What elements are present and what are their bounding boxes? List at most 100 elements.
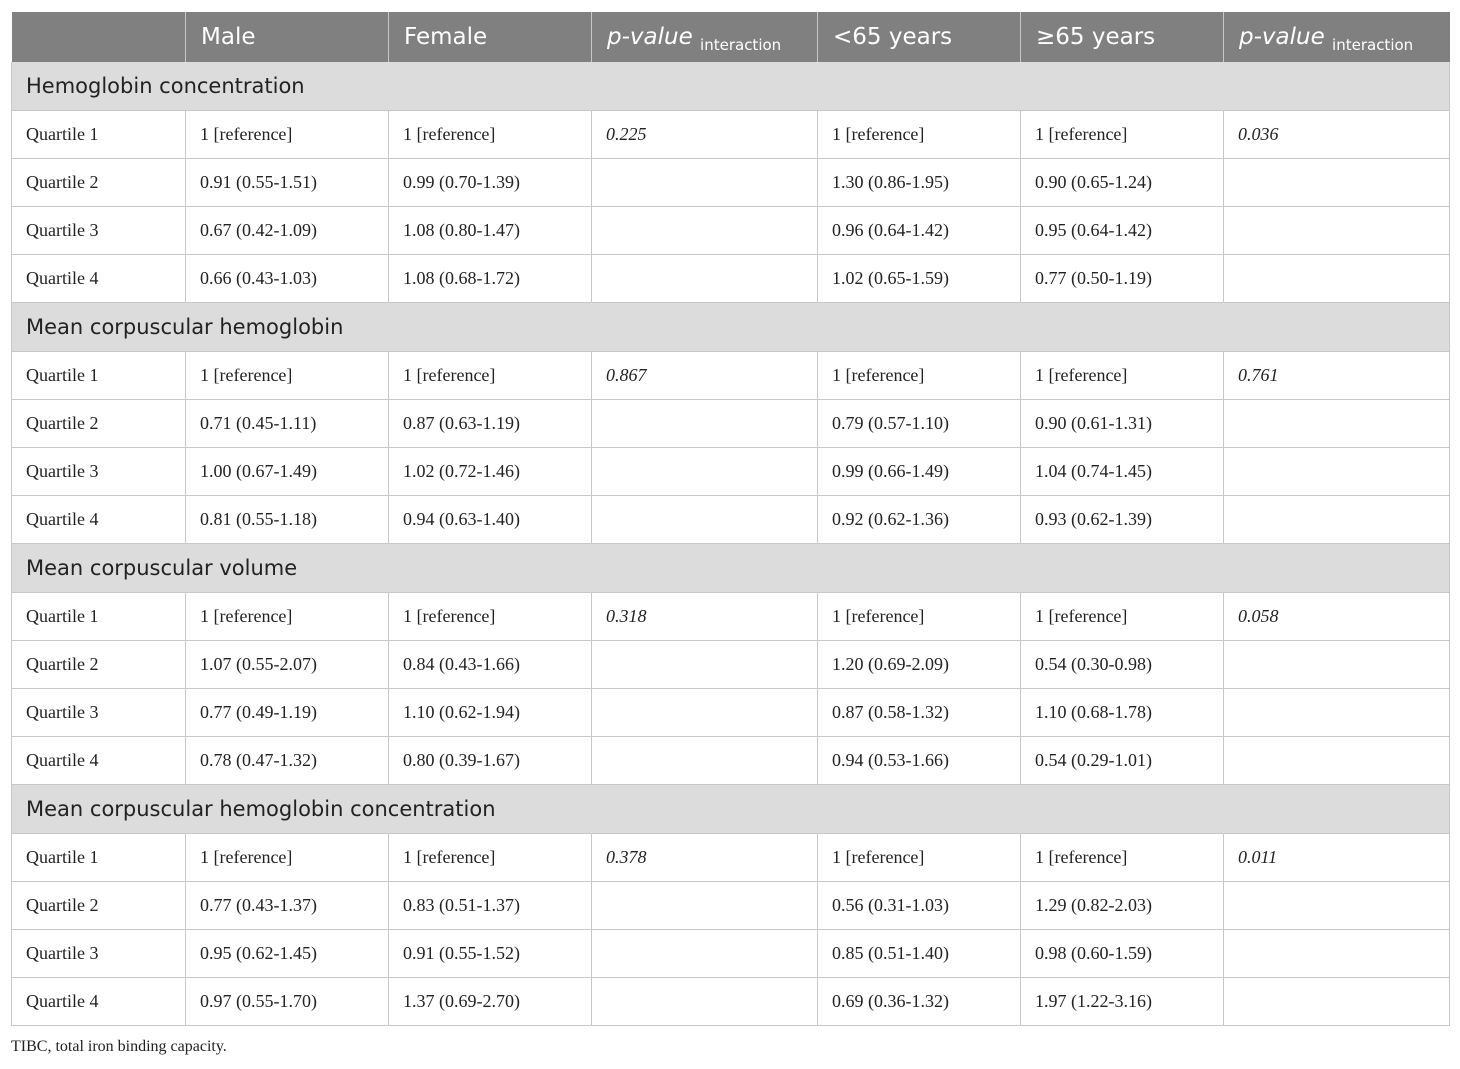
cell-pvalue-age: 0.058: [1223, 592, 1450, 641]
section-title: Hemoglobin concentration: [11, 62, 1450, 111]
cell-female-value: 0.80 (0.39-1.67): [388, 736, 592, 785]
results-table-container: Male Female p-value interaction <65 year…: [11, 12, 1450, 1026]
table-row: Quartile 11 [reference] 1 [reference] 0.37…: [11, 833, 1450, 882]
table-row: Quartile 11 [reference] 1 [reference] 0.86…: [11, 351, 1450, 400]
cell-over-65-value: 0.77 (0.50-1.19): [1020, 254, 1224, 303]
cell-under-65-value: 1.20 (0.69-2.09): [817, 640, 1021, 689]
cell-male-value: 0.77 (0.43-1.37): [185, 881, 389, 930]
table-row: Quartile 11 [reference] 1 [reference] 0.22…: [11, 110, 1450, 159]
cell-over-65-value: 1 [reference]: [1020, 833, 1224, 882]
cell-pvalue-age: [1223, 447, 1450, 496]
cell-pvalue-sex: [591, 736, 818, 785]
cell-pvalue-sex: [591, 688, 818, 737]
header-cell-female: Female: [388, 12, 592, 62]
cell-male-value: 0.81 (0.55-1.18): [185, 495, 389, 544]
table-row: Quartile 3 0.77 (0.49-1.19) 1.10 (0.62-1.9…: [11, 688, 1450, 737]
cell-male-value: 1.07 (0.55-2.07): [185, 640, 389, 689]
cell-quartile-label: Quartile 2: [11, 158, 186, 207]
section-header-row: Mean corpuscular hemoglobin concentratio…: [11, 784, 1450, 834]
header-cell-pvalue-age: p-value interaction: [1223, 12, 1450, 62]
cell-under-65-value: 0.85 (0.51-1.40): [817, 929, 1021, 978]
table-row: Quartile 4 0.81 (0.55-1.18) 0.94 (0.63-1.4…: [11, 495, 1450, 544]
cell-female-value: 1 [reference]: [388, 110, 592, 159]
cell-pvalue-age: [1223, 206, 1450, 255]
cell-quartile-label: Quartile 2: [11, 640, 186, 689]
cell-under-65-value: 0.56 (0.31-1.03): [817, 881, 1021, 930]
cell-male-value: 1 [reference]: [185, 110, 389, 159]
cell-quartile-label: Quartile 2: [11, 399, 186, 448]
cell-pvalue-sex: [591, 495, 818, 544]
cell-pvalue-age: 0.036: [1223, 110, 1450, 159]
cell-under-65-value: 1 [reference]: [817, 592, 1021, 641]
cell-pvalue-age: [1223, 736, 1450, 785]
cell-male-value: 1 [reference]: [185, 833, 389, 882]
cell-quartile-label: Quartile 3: [11, 206, 186, 255]
section-title: Mean corpuscular hemoglobin concentratio…: [11, 784, 1450, 834]
pvalue-label: p-value: [607, 24, 693, 50]
header-cell-65-and-over: ≥65 years: [1020, 12, 1224, 62]
table-row: Quartile 2 0.71 (0.45-1.11) 0.87 (0.63-1.1…: [11, 399, 1450, 448]
table-row: Quartile 3 0.95 (0.62-1.45) 0.91 (0.55-1.5…: [11, 929, 1450, 978]
section-title: Mean corpuscular volume: [11, 543, 1450, 593]
cell-male-value: 1 [reference]: [185, 592, 389, 641]
cell-under-65-value: 0.69 (0.36-1.32): [817, 977, 1021, 1026]
cell-pvalue-age: [1223, 399, 1450, 448]
cell-female-value: 0.83 (0.51-1.37): [388, 881, 592, 930]
cell-over-65-value: 0.90 (0.65-1.24): [1020, 158, 1224, 207]
table-footnote: TIBC, total iron binding capacity.: [11, 1038, 227, 1055]
table-row: Quartile 2 0.77 (0.43-1.37) 0.83 (0.51-1.3…: [11, 881, 1450, 930]
cell-over-65-value: 0.93 (0.62-1.39): [1020, 495, 1224, 544]
cell-pvalue-sex: [591, 929, 818, 978]
interaction-subscript: interaction: [1332, 36, 1414, 54]
section-title: Mean corpuscular hemoglobin: [11, 302, 1450, 352]
cell-quartile-label: Quartile 1: [11, 833, 186, 882]
cell-pvalue-age: 0.011: [1223, 833, 1450, 882]
cell-female-value: 1.08 (0.68-1.72): [388, 254, 592, 303]
cell-over-65-value: 1 [reference]: [1020, 351, 1224, 400]
cell-under-65-value: 1 [reference]: [817, 833, 1021, 882]
cell-female-value: 1.02 (0.72-1.46): [388, 447, 592, 496]
cell-pvalue-age: 0.761: [1223, 351, 1450, 400]
cell-over-65-value: 0.90 (0.61-1.31): [1020, 399, 1224, 448]
cell-pvalue-age: [1223, 495, 1450, 544]
table-row: Quartile 2 0.91 (0.55-1.51) 0.99 (0.70-1.3…: [11, 158, 1450, 207]
cell-under-65-value: 0.99 (0.66-1.49): [817, 447, 1021, 496]
cell-female-value: 1.37 (0.69-2.70): [388, 977, 592, 1026]
cell-over-65-value: 1.10 (0.68-1.78): [1020, 688, 1224, 737]
cell-male-value: 0.67 (0.42-1.09): [185, 206, 389, 255]
cell-male-value: 1 [reference]: [185, 351, 389, 400]
section-header-row: Mean corpuscular volume: [11, 543, 1450, 593]
cell-pvalue-sex: [591, 206, 818, 255]
pvalue-label: p-value: [1239, 24, 1325, 50]
cell-male-value: 0.77 (0.49-1.19): [185, 688, 389, 737]
table-header-row: Male Female p-value interaction <65 year…: [11, 12, 1450, 62]
cell-under-65-value: 0.92 (0.62-1.36): [817, 495, 1021, 544]
cell-pvalue-sex: 0.378: [591, 833, 818, 882]
table-row: Quartile 3 0.67 (0.42-1.09) 1.08 (0.80-1.4…: [11, 206, 1450, 255]
cell-over-65-value: 1 [reference]: [1020, 592, 1224, 641]
cell-male-value: 0.95 (0.62-1.45): [185, 929, 389, 978]
cell-over-65-value: 0.95 (0.64-1.42): [1020, 206, 1224, 255]
cell-quartile-label: Quartile 4: [11, 495, 186, 544]
table-row: Quartile 4 0.66 (0.43-1.03) 1.08 (0.68-1.7…: [11, 254, 1450, 303]
cell-pvalue-sex: [591, 447, 818, 496]
cell-over-65-value: 0.98 (0.60-1.59): [1020, 929, 1224, 978]
cell-female-value: 0.91 (0.55-1.52): [388, 929, 592, 978]
cell-pvalue-sex: 0.867: [591, 351, 818, 400]
cell-male-value: 0.97 (0.55-1.70): [185, 977, 389, 1026]
cell-female-value: 0.84 (0.43-1.66): [388, 640, 592, 689]
cell-quartile-label: Quartile 1: [11, 351, 186, 400]
header-cell-pvalue-sex: p-value interaction: [591, 12, 818, 62]
cell-pvalue-sex: 0.318: [591, 592, 818, 641]
cell-female-value: 0.99 (0.70-1.39): [388, 158, 592, 207]
cell-over-65-value: 0.54 (0.29-1.01): [1020, 736, 1224, 785]
cell-under-65-value: 1 [reference]: [817, 110, 1021, 159]
table-row: Quartile 4 0.97 (0.55-1.70) 1.37 (0.69-2.7…: [11, 977, 1450, 1026]
cell-under-65-value: 1.02 (0.65-1.59): [817, 254, 1021, 303]
cell-under-65-value: 0.96 (0.64-1.42): [817, 206, 1021, 255]
cell-over-65-value: 1 [reference]: [1020, 110, 1224, 159]
cell-pvalue-sex: [591, 640, 818, 689]
cell-quartile-label: Quartile 3: [11, 688, 186, 737]
cell-male-value: 0.71 (0.45-1.11): [185, 399, 389, 448]
cell-pvalue-sex: [591, 881, 818, 930]
